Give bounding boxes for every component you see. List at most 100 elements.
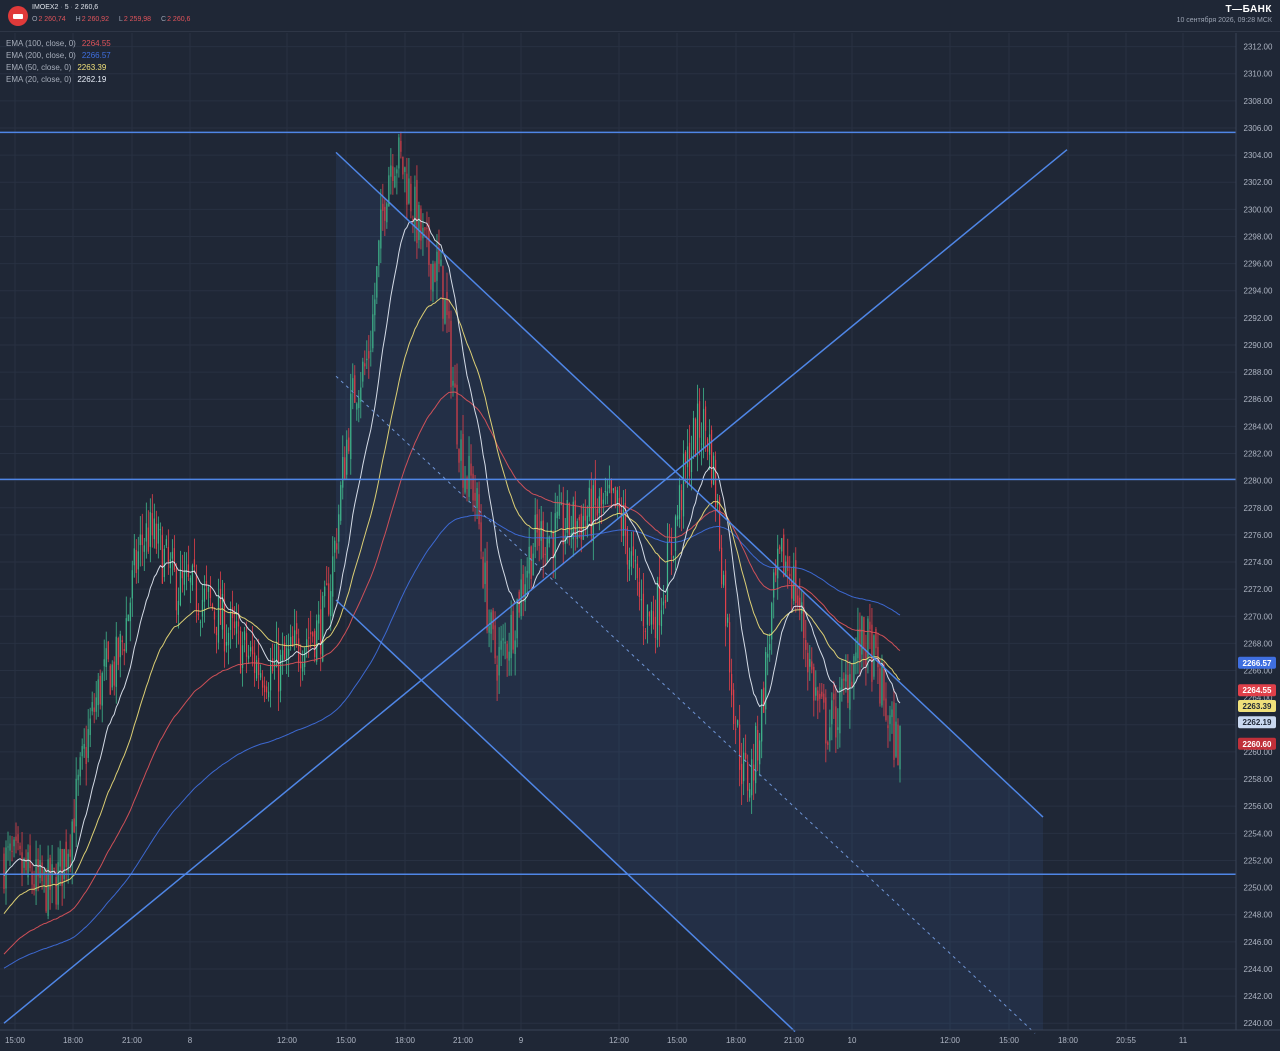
bank-logo-icon bbox=[8, 6, 28, 26]
candle-body bbox=[119, 634, 121, 658]
interval[interactable]: 5 bbox=[65, 4, 69, 11]
candle-body bbox=[428, 224, 430, 265]
chart-area[interactable]: 2305.672280.092250.98 2312.002310.002308… bbox=[0, 0, 1280, 1051]
candle-body bbox=[133, 548, 135, 566]
candle-body bbox=[354, 375, 356, 403]
candle-body bbox=[817, 690, 819, 701]
candle-body bbox=[39, 860, 41, 878]
candle-body bbox=[741, 763, 743, 785]
candle-body bbox=[881, 666, 883, 706]
candle-body bbox=[406, 173, 408, 205]
candle-body bbox=[562, 502, 564, 545]
candle-body bbox=[879, 668, 881, 704]
candle-body bbox=[733, 689, 735, 725]
candle-body bbox=[502, 638, 504, 641]
legend-row-ema100[interactable]: EMA (100, close, 0) 2264.55 bbox=[6, 38, 111, 50]
candle-body bbox=[855, 652, 857, 661]
candle-body bbox=[823, 693, 825, 703]
legend-row-ema50[interactable]: EMA (50, close, 0) 2263.39 bbox=[6, 62, 111, 74]
candle-body bbox=[863, 616, 865, 649]
candle-body bbox=[883, 664, 885, 701]
candle-body bbox=[652, 611, 655, 625]
candle-body bbox=[137, 551, 139, 570]
candle-body bbox=[664, 600, 667, 603]
candle-body bbox=[199, 621, 202, 623]
candle-body bbox=[604, 491, 606, 493]
candle-body bbox=[460, 439, 462, 461]
candle-body bbox=[203, 588, 206, 602]
candle-body bbox=[566, 499, 568, 533]
candle-body bbox=[85, 747, 87, 764]
candle-body bbox=[696, 403, 699, 452]
candle-body bbox=[536, 514, 538, 533]
candle-body bbox=[672, 556, 675, 559]
candle-body bbox=[376, 266, 378, 298]
candle-body bbox=[791, 580, 793, 599]
candle-body bbox=[155, 523, 157, 549]
candle-body bbox=[737, 720, 739, 726]
candle-body bbox=[710, 429, 713, 484]
candle-body bbox=[803, 607, 805, 638]
candle-body bbox=[773, 572, 775, 598]
symbol-name[interactable]: IMOEX2 bbox=[32, 4, 58, 11]
candle-body bbox=[889, 715, 891, 724]
legend-value: 2266.57 bbox=[81, 51, 111, 60]
candle-body bbox=[763, 687, 765, 713]
candle-body bbox=[340, 485, 342, 521]
candle-body bbox=[201, 599, 204, 617]
candle-body bbox=[849, 674, 851, 710]
candle-body bbox=[666, 542, 669, 602]
candle-body bbox=[558, 503, 560, 516]
candle-body bbox=[420, 208, 422, 241]
candle-body bbox=[414, 186, 416, 228]
candle-body bbox=[500, 640, 502, 650]
candle-body bbox=[372, 314, 374, 349]
candle-body bbox=[225, 641, 228, 646]
brand-name: Т—БАНК bbox=[1225, 4, 1272, 15]
y-tick-label: 2246.00 bbox=[1244, 938, 1273, 947]
candle-body bbox=[276, 643, 278, 667]
candle-body bbox=[5, 847, 7, 889]
candle-body bbox=[747, 762, 749, 791]
candle-body bbox=[835, 706, 837, 738]
candle-body bbox=[592, 485, 594, 542]
x-tick-label: 9 bbox=[519, 1036, 524, 1045]
candle-body bbox=[191, 565, 194, 586]
candle-body bbox=[21, 852, 23, 874]
candle-body bbox=[893, 702, 895, 760]
y-tick-label: 2284.00 bbox=[1244, 422, 1273, 431]
candle-body bbox=[261, 680, 264, 688]
candle-body bbox=[845, 674, 847, 682]
candle-body bbox=[364, 363, 366, 367]
candle-body bbox=[646, 604, 649, 625]
candle-body bbox=[831, 700, 833, 725]
candle-body bbox=[484, 562, 486, 585]
candle-body bbox=[444, 299, 446, 324]
ohlc-key: L bbox=[118, 16, 123, 23]
candle-body bbox=[827, 742, 829, 745]
candle-body bbox=[789, 573, 791, 577]
candle-body bbox=[869, 621, 871, 630]
candle-body bbox=[205, 580, 208, 587]
candle-body bbox=[470, 463, 472, 476]
last-price: 2 260,6 bbox=[74, 4, 99, 11]
candle-body bbox=[458, 449, 460, 463]
candle-body bbox=[109, 665, 111, 695]
candle-body bbox=[590, 488, 592, 537]
candle-body bbox=[65, 841, 67, 867]
price-tag-label: 2260.60 bbox=[1243, 740, 1272, 749]
legend-row-ema20[interactable]: EMA (20, close, 0) 2262.19 bbox=[6, 74, 111, 86]
candle-body bbox=[167, 546, 169, 563]
candle-body bbox=[474, 492, 476, 501]
candle-body bbox=[712, 455, 715, 485]
y-tick-label: 2290.00 bbox=[1244, 341, 1273, 350]
candle-body bbox=[544, 553, 546, 555]
candle-body bbox=[350, 393, 352, 460]
candle-body bbox=[342, 456, 344, 488]
candle-body bbox=[41, 862, 43, 882]
candle-body bbox=[356, 403, 358, 410]
candle-body bbox=[626, 528, 628, 565]
candle-body bbox=[328, 583, 330, 615]
ohlc-value: 2 259,98 bbox=[123, 16, 152, 23]
legend-row-ema200[interactable]: EMA (200, close, 0) 2266.57 bbox=[6, 50, 111, 62]
